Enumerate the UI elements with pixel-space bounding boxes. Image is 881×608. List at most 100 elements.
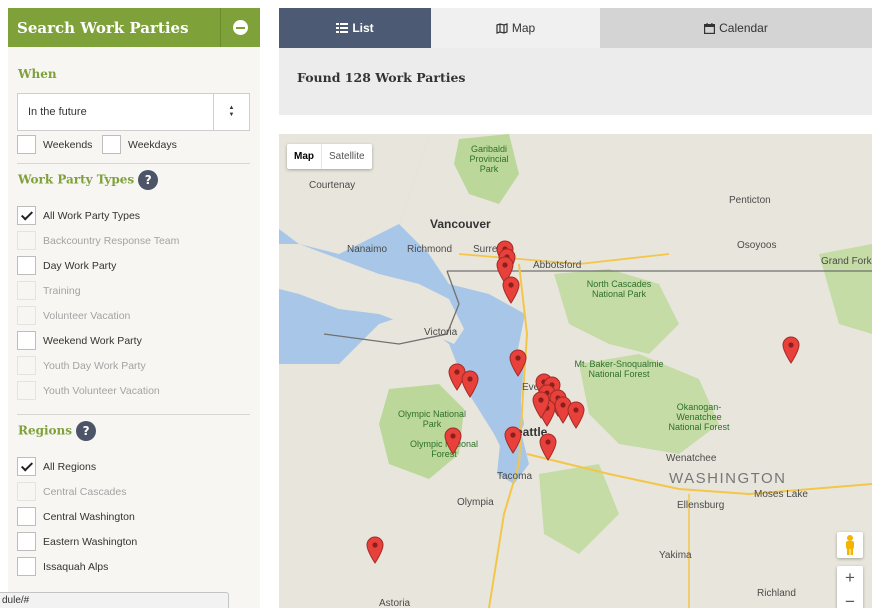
region-checkbox[interactable]: [17, 557, 36, 576]
map-label-penticton: Penticton: [729, 195, 771, 206]
work-party-type-label: Volunteer Vacation: [43, 309, 131, 322]
map-marker-pin-icon[interactable]: [532, 391, 550, 419]
help-icon[interactable]: ?: [76, 421, 97, 441]
work-party-type-checkbox[interactable]: [17, 331, 36, 350]
map-label-ellensburg: Ellensburg: [677, 500, 725, 511]
work-party-type-row: Backcountry Response Team: [17, 231, 179, 250]
map-label-astoria: Astoria: [379, 598, 411, 608]
region-checkbox: [17, 482, 36, 501]
map-label-north-cascades: North Cascades National Park: [586, 279, 652, 299]
calendar-icon: [704, 22, 716, 34]
work-party-type-row[interactable]: Weekend Work Party: [17, 331, 142, 350]
map-marker-pin-icon[interactable]: [539, 433, 557, 461]
map-type-map-button[interactable]: Map: [287, 144, 321, 169]
tab-list-label: List: [352, 21, 374, 35]
map-label-grand-forks: Grand Forks: [821, 256, 872, 267]
region-row[interactable]: Issaquah Alps: [17, 557, 108, 576]
map-marker-pin-icon[interactable]: [567, 401, 585, 429]
divider: [17, 414, 250, 415]
map-type-satellite-button[interactable]: Satellite: [321, 144, 372, 169]
map-label-richland: Richland: [757, 588, 796, 599]
map-marker-pin-icon[interactable]: [509, 349, 527, 377]
region-label: Eastern Washington: [43, 535, 138, 548]
map-label-abbotsford: Abbotsford: [533, 260, 582, 271]
map-label-moses-lake: Moses Lake: [754, 489, 808, 500]
map-label-wenatchee: Wenatchee: [666, 453, 717, 464]
weekdays-label: Weekdays: [128, 138, 177, 151]
map-type-control: Map Satellite: [287, 144, 372, 169]
minus-circle-icon: [233, 20, 248, 35]
regions-title: Regions?: [18, 421, 97, 441]
region-label: Central Cascades: [43, 485, 127, 498]
collapse-button[interactable]: [220, 8, 260, 47]
help-icon[interactable]: ?: [138, 170, 159, 190]
weekends-checkbox[interactable]: [17, 135, 36, 154]
region-row[interactable]: Eastern Washington: [17, 532, 137, 551]
map-label-washington: WASHINGTON: [669, 470, 787, 487]
work-party-type-checkbox: [17, 281, 36, 300]
work-party-type-checkbox: [17, 306, 36, 325]
map-label-vancouver: Vancouver: [430, 217, 491, 231]
map-label-okanogan: Okanogan-Wenatchee National Forest: [668, 402, 730, 432]
zoom-control: + −: [837, 566, 863, 608]
map-label-olympia: Olympia: [457, 497, 494, 508]
map-label-courtenay: Courtenay: [309, 180, 356, 191]
work-party-type-checkbox: [17, 381, 36, 400]
map-label-nanaimo: Nanaimo: [347, 244, 388, 255]
work-party-type-checkbox[interactable]: [17, 256, 36, 275]
sidebar-header[interactable]: Search Work Parties: [8, 8, 260, 47]
work-parties-map[interactable]: Vancouver Richmond Surrey Nanaimo Abbots…: [279, 134, 872, 608]
region-row[interactable]: All Regions: [17, 457, 96, 476]
map-marker-pin-icon[interactable]: [504, 426, 522, 454]
street-view-pegman-icon[interactable]: [837, 532, 863, 558]
map-marker-pin-icon[interactable]: [782, 336, 800, 364]
work-party-type-row: Volunteer Vacation: [17, 306, 130, 325]
weekends-checkbox-row[interactable]: Weekends: [17, 135, 92, 154]
regions-title-text: Regions: [18, 423, 73, 438]
work-party-type-checkbox[interactable]: [17, 206, 36, 225]
map-label-snoqualmie: Mt. Baker-Snoqualmie National Forest: [574, 359, 664, 379]
map-icon: [496, 22, 508, 34]
work-party-type-row: Training: [17, 281, 81, 300]
tab-calendar-label: Calendar: [719, 21, 768, 35]
work-party-type-label: Youth Day Work Party: [43, 359, 146, 372]
region-checkbox[interactable]: [17, 457, 36, 476]
view-tabs: List Map Calendar: [279, 8, 872, 48]
work-party-type-row[interactable]: All Work Party Types: [17, 206, 140, 225]
region-label: All Regions: [43, 460, 97, 473]
when-select[interactable]: In the future ▲ ▼: [17, 93, 250, 131]
work-party-types-title-text: Work Party Types: [18, 172, 135, 187]
work-party-type-label: Training: [43, 284, 81, 297]
work-party-type-label: Weekend Work Party: [43, 334, 142, 347]
zoom-out-button[interactable]: −: [837, 590, 863, 608]
region-row: Central Cascades: [17, 482, 126, 501]
map-marker-pin-icon[interactable]: [366, 536, 384, 564]
region-checkbox[interactable]: [17, 532, 36, 551]
tab-map-label: Map: [511, 21, 536, 35]
region-row[interactable]: Central Washington: [17, 507, 135, 526]
work-party-types-title: Work Party Types?: [18, 170, 159, 190]
browser-status-bar: dule/#: [0, 592, 229, 608]
map-label-tacoma: Tacoma: [497, 471, 533, 482]
map-marker-pin-icon[interactable]: [502, 276, 520, 304]
when-title: When: [18, 67, 57, 81]
region-checkbox[interactable]: [17, 507, 36, 526]
map-label-victoria: Victoria: [424, 327, 458, 338]
tab-map[interactable]: Map: [431, 8, 600, 48]
region-label: Central Washington: [43, 510, 135, 523]
work-party-type-row[interactable]: Day Work Party: [17, 256, 116, 275]
work-party-type-label: All Work Party Types: [43, 209, 141, 222]
results-bar: Found 128 Work Parties: [279, 48, 872, 115]
work-party-type-label: Youth Volunteer Vacation: [43, 384, 160, 397]
zoom-in-button[interactable]: +: [837, 566, 863, 590]
work-party-type-label: Backcountry Response Team: [43, 234, 180, 247]
tab-list[interactable]: List: [279, 8, 431, 48]
weekdays-checkbox[interactable]: [102, 135, 121, 154]
work-party-type-checkbox: [17, 231, 36, 250]
region-label: Issaquah Alps: [43, 560, 109, 573]
map-marker-pin-icon[interactable]: [444, 427, 462, 455]
weekdays-checkbox-row[interactable]: Weekdays: [102, 135, 177, 154]
map-marker-pin-icon[interactable]: [461, 370, 479, 398]
tab-calendar[interactable]: Calendar: [600, 8, 872, 48]
weekends-label: Weekends: [43, 138, 93, 151]
